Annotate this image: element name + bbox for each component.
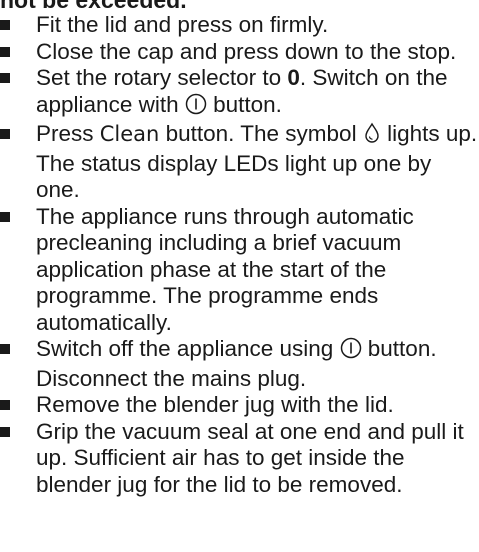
manual-page: not be exceeded. Fit the lid and press o… (0, 0, 479, 552)
square-bullet-icon (0, 400, 10, 410)
step-text-middle: button. The symbol (159, 121, 363, 146)
step-text: Close the cap and press down to the stop… (36, 38, 457, 64)
list-item: Set the rotary selector to 0. Switch on … (0, 65, 479, 121)
list-item: Press Clean button. The symbol lights up… (0, 121, 479, 204)
power-button-icon (340, 337, 362, 366)
instruction-list: Fit the lid and press on firmly. Close t… (0, 12, 479, 498)
step-text: Grip the vacuum seal at one end and pull… (36, 418, 464, 497)
square-bullet-icon (0, 426, 10, 437)
square-bullet-icon (0, 211, 10, 222)
square-bullet-icon (0, 73, 10, 83)
list-item: Switch off the appliance using button. D… (0, 336, 479, 392)
clean-button-label: Clean (99, 122, 160, 146)
list-item: The appliance runs through automatic pre… (0, 204, 479, 337)
power-button-icon (185, 93, 207, 122)
list-item: Close the cap and press down to the stop… (0, 39, 479, 66)
step-text-suffix: button. (206, 91, 282, 117)
step-text: Fit the lid and press on firmly. (36, 12, 329, 37)
step-text-prefix: Press (36, 121, 100, 146)
list-item: Fit the lid and press on firmly. (0, 12, 479, 39)
square-bullet-icon (0, 20, 10, 30)
square-bullet-icon (0, 129, 10, 139)
list-item: Remove the blender jug with the lid. (0, 392, 479, 419)
step-text-prefix: Switch off the appliance using (36, 336, 340, 361)
cleaning-drop-icon (363, 122, 381, 151)
step-text: The appliance runs through automatic pre… (36, 203, 414, 335)
square-bullet-icon (0, 46, 10, 57)
step-text-prefix: Set the rotary selector to (36, 65, 288, 90)
square-bullet-icon (0, 344, 10, 354)
step-text: Remove the blender jug with the lid. (36, 392, 394, 417)
list-item: Grip the vacuum seal at one end and pull… (0, 419, 479, 499)
rotary-selector-value: 0 (287, 65, 300, 90)
